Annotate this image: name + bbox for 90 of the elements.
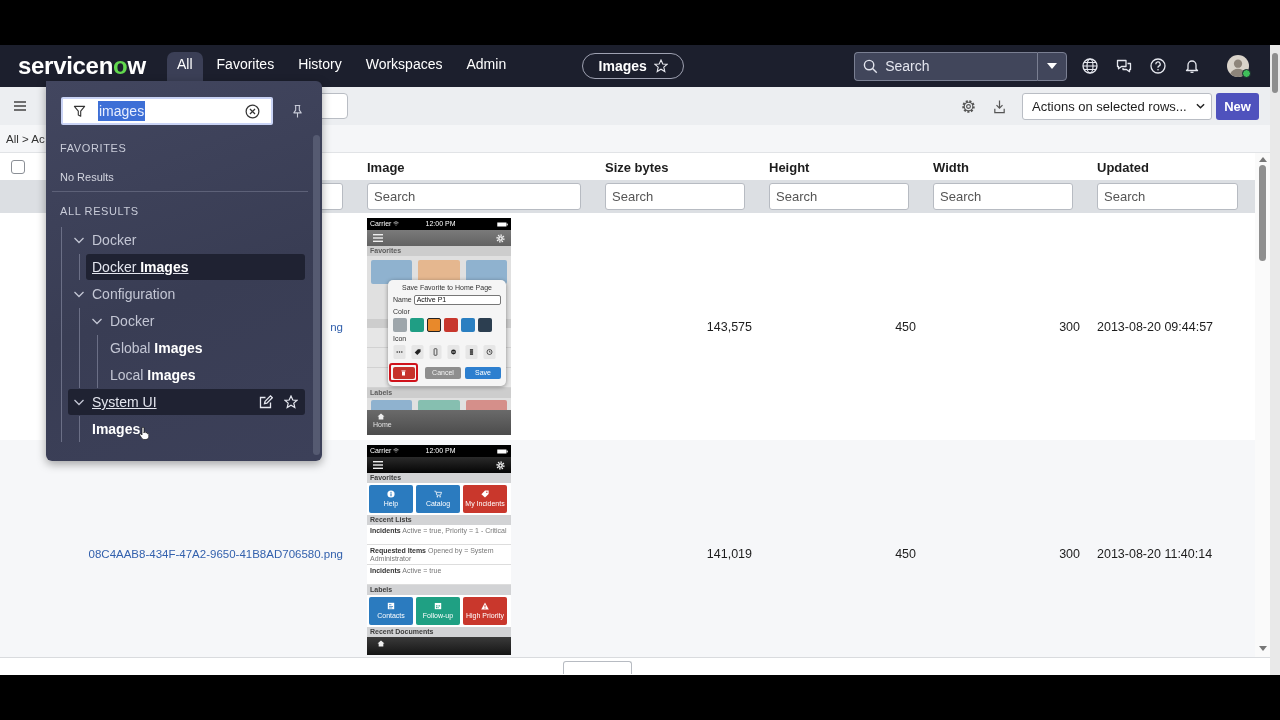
chat-icon[interactable]: [1116, 58, 1133, 74]
scroll-up-icon[interactable]: [1259, 157, 1267, 162]
file-name-link[interactable]: 08C4AAB8-434F-47A2-9650-41B8AD706580.png: [88, 547, 343, 560]
settings-icon: [496, 460, 505, 470]
new-button[interactable]: New: [1216, 92, 1259, 120]
home-icon: [377, 413, 385, 420]
scrollbar-thumb[interactable]: [1259, 165, 1266, 261]
globe-icon[interactable]: [1082, 58, 1099, 74]
table-scrollbar[interactable]: [1255, 153, 1270, 657]
user-avatar-icon[interactable]: [1227, 55, 1250, 77]
battery-icon: [497, 448, 508, 454]
scroll-down-icon[interactable]: [1259, 646, 1267, 651]
global-search-field[interactable]: Search: [854, 51, 1038, 81]
logo: servicenow: [18, 52, 147, 80]
filter-field[interactable]: images: [61, 97, 273, 125]
filter-icon: [73, 104, 86, 118]
section-heading: FAVORITES: [60, 141, 128, 155]
nav-tab[interactable]: History: [288, 52, 352, 87]
caret-down-icon: [1047, 63, 1058, 69]
stack-icon: [465, 345, 478, 360]
column-header[interactable]: Image: [367, 159, 405, 175]
clock-icon: [483, 345, 496, 360]
column-search-field[interactable]: Search: [1097, 183, 1238, 210]
menu-module-link[interactable]: Global Images: [104, 335, 305, 361]
table-cell: 2013-08-20 11:40:14: [1097, 546, 1213, 561]
info-icon: [387, 489, 395, 498]
page-number-field[interactable]: [563, 661, 632, 674]
nav-tab[interactable]: Favorites: [206, 52, 285, 87]
table-cell: 300: [1059, 319, 1080, 334]
table-cell: 300: [1059, 546, 1080, 561]
column-search-field[interactable]: Search: [367, 183, 581, 210]
bell-icon[interactable]: [1184, 58, 1201, 74]
download-icon[interactable]: [992, 98, 1007, 114]
nav-tab[interactable]: Admin: [456, 52, 517, 87]
chevron-down-icon: [1196, 103, 1205, 109]
tag-icon: [411, 345, 424, 360]
home-icon: [377, 640, 385, 647]
column-search-field[interactable]: Search: [769, 183, 909, 210]
contact-card-icon: [387, 601, 395, 610]
wifi-icon: [393, 221, 400, 227]
menu-section-item[interactable]: System UI: [68, 389, 305, 415]
breadcrumb[interactable]: All > Ac: [6, 132, 45, 145]
menu-section-item[interactable]: Configuration: [68, 281, 305, 307]
edit-icon[interactable]: [259, 395, 273, 409]
warning-icon: [481, 601, 489, 610]
menu-module-link[interactable]: Images: [86, 416, 305, 442]
help-icon[interactable]: [1150, 58, 1167, 74]
star-icon[interactable]: [653, 59, 668, 73]
page-scrollbar[interactable]: [1270, 45, 1280, 675]
table-cell: 450: [895, 319, 916, 334]
section-heading: ALL RESULTS: [60, 204, 140, 218]
phone-icon: [429, 345, 442, 360]
empty-message: No Results: [60, 170, 115, 184]
menu-section-item[interactable]: Docker: [68, 227, 305, 253]
table-cell: 141,019: [706, 546, 752, 561]
trash-icon: [401, 369, 406, 376]
actions-select[interactable]: Actions on selected rows...: [1022, 92, 1212, 120]
search-scope-button[interactable]: [1037, 51, 1068, 81]
column-header[interactable]: Width: [933, 159, 969, 175]
column-search-field[interactable]: Search: [933, 183, 1073, 210]
ellipsis-icon: [393, 345, 406, 360]
settings-icon: [496, 233, 505, 243]
menu-module-link[interactable]: Docker Images: [86, 254, 305, 280]
menu-icon[interactable]: [14, 101, 26, 111]
table-cell: 143,575: [706, 319, 752, 334]
settings-icon[interactable]: [961, 98, 976, 114]
search-icon: [863, 58, 879, 74]
menu-module-link[interactable]: Local Images: [104, 362, 305, 388]
column-header[interactable]: Updated: [1097, 159, 1149, 175]
table-cell: 450: [895, 546, 916, 561]
file-name-link[interactable]: ng: [330, 320, 343, 333]
calendar-icon: [434, 601, 442, 610]
column-header[interactable]: Size bytes: [605, 159, 669, 175]
tag-icon: [481, 489, 489, 498]
wifi-icon: [393, 448, 400, 454]
column-search-field[interactable]: Search: [605, 183, 745, 210]
table-cell: 2013-08-20 09:44:57: [1097, 319, 1214, 334]
select-all-checkbox[interactable]: [11, 159, 25, 174]
nav-tab[interactable]: Workspaces: [355, 52, 453, 87]
pin-icon[interactable]: [292, 103, 303, 119]
menu-scrollbar[interactable]: [313, 135, 320, 455]
hand-cursor-icon: [139, 426, 150, 440]
column-header[interactable]: Height: [769, 159, 810, 175]
menu-icon: [373, 234, 383, 242]
menu-section-item[interactable]: Docker: [86, 308, 305, 334]
cart-icon: [434, 489, 442, 498]
menu-icon: [373, 461, 383, 469]
clear-icon[interactable]: [245, 103, 260, 119]
star-icon[interactable]: [284, 395, 298, 409]
battery-icon: [497, 221, 508, 227]
